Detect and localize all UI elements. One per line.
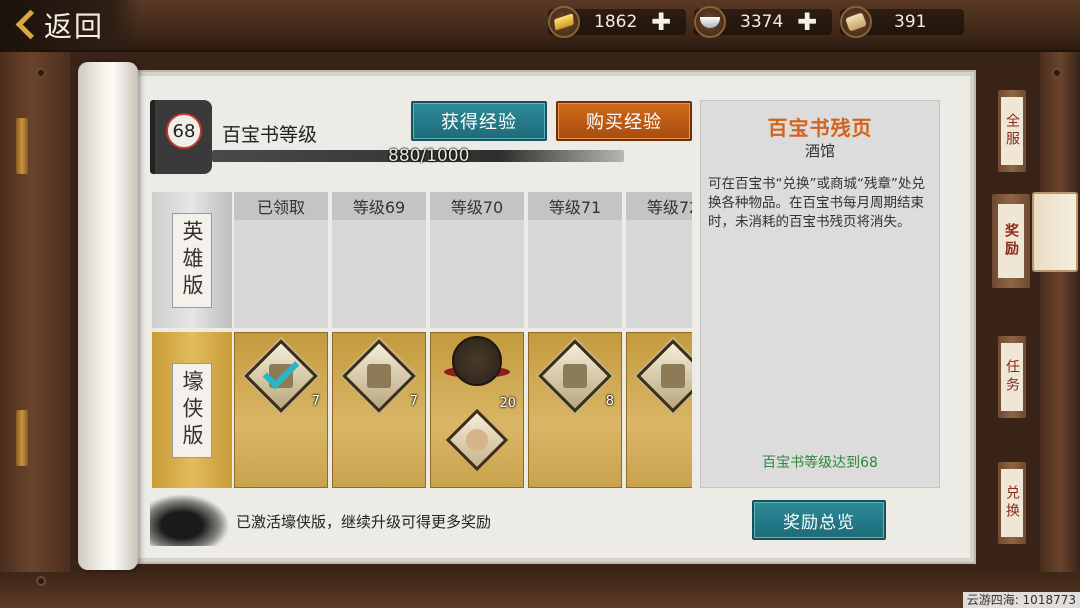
vip-reward-slot[interactable]: 7 bbox=[234, 332, 328, 488]
xp-text: 880/1000 bbox=[388, 146, 470, 166]
column-header: 等级71 bbox=[528, 192, 622, 220]
reward-grid[interactable]: 已领取 7 等级69 7 等级70 20 等级71 8 等级7 bbox=[234, 192, 692, 488]
back-label: 返回 bbox=[44, 10, 105, 43]
scroll-page-item-icon bbox=[636, 339, 692, 413]
buy-exp-button[interactable]: 购买经验 bbox=[556, 101, 692, 141]
tab-label: 兑换 bbox=[1001, 469, 1023, 537]
get-exp-button[interactable]: 获得经验 bbox=[411, 101, 547, 141]
item-requirement: 百宝书等级达到68 bbox=[762, 455, 878, 471]
tab-server[interactable]: 全服 bbox=[996, 88, 1028, 174]
currency-silver: 3374 ✚ bbox=[694, 6, 834, 38]
frame-left bbox=[0, 52, 70, 592]
scroll-rod bbox=[78, 62, 138, 570]
tab-tasks[interactable]: 任务 bbox=[996, 334, 1028, 420]
stud-decoration bbox=[36, 68, 46, 78]
vip-reward-slot[interactable]: 7 bbox=[332, 332, 426, 488]
item-name: 百宝书残页 bbox=[767, 116, 873, 140]
vip-edition-label: 壕侠版 bbox=[172, 362, 212, 458]
item-count: 8 bbox=[605, 394, 614, 409]
gold-ingot-icon bbox=[548, 6, 580, 38]
reward-column: 等级69 7 bbox=[332, 192, 426, 488]
add-silver-button[interactable]: ✚ bbox=[796, 8, 818, 36]
scroll-ticket-icon bbox=[840, 6, 872, 38]
reward-column: 等级72 bbox=[626, 192, 692, 488]
watermark: 云游四海: 1018773 bbox=[962, 592, 1080, 608]
cat-pet-icon bbox=[445, 408, 509, 472]
scroll-page-item-icon bbox=[538, 339, 612, 413]
hinge-decoration bbox=[16, 410, 28, 466]
hero-reward-slot[interactable] bbox=[626, 220, 692, 328]
item-source: 酒馆 bbox=[804, 142, 835, 160]
item-count: 7 bbox=[311, 394, 320, 409]
item-count: 7 bbox=[409, 394, 418, 409]
stud-decoration bbox=[36, 576, 46, 586]
vip-reward-slot[interactable]: 8 bbox=[528, 332, 622, 488]
reward-overview-button[interactable]: 奖励总览 bbox=[752, 500, 886, 540]
item-count: 20 bbox=[499, 396, 516, 411]
hero-edition-label: 英雄版 bbox=[172, 212, 212, 308]
reward-column: 已领取 7 bbox=[234, 192, 328, 488]
vip-edition-row-label: 壕侠版 bbox=[152, 332, 232, 488]
back-button[interactable]: 返回 bbox=[0, 0, 140, 50]
item-description: 可在百宝书“兑换”或商城“残章”处兑换各种物品。在百宝书每月周期结束时，未消耗的… bbox=[708, 176, 925, 230]
hero-edition-row-label: 英雄版 bbox=[152, 192, 232, 328]
hero-reward-slot[interactable] bbox=[430, 220, 524, 328]
reward-column: 等级71 8 bbox=[528, 192, 622, 488]
silver-amount: 3374 bbox=[740, 12, 784, 32]
back-arrow-icon bbox=[14, 10, 34, 40]
scroll-page-item-icon bbox=[342, 339, 416, 413]
currency-gold: 1862 ✚ bbox=[548, 6, 688, 38]
reward-column: 等级70 20 bbox=[430, 192, 524, 488]
column-header: 等级69 bbox=[332, 192, 426, 220]
stud-decoration bbox=[1052, 68, 1062, 78]
add-gold-button[interactable]: ✚ bbox=[650, 8, 672, 36]
vip-reward-slot[interactable] bbox=[626, 332, 692, 488]
vip-reward-slot[interactable]: 20 bbox=[430, 332, 524, 488]
level-number: 68 bbox=[166, 113, 202, 149]
hinge-decoration bbox=[16, 118, 28, 174]
column-header: 等级70 bbox=[430, 192, 524, 220]
frame-right bbox=[1040, 52, 1080, 592]
activation-message: 已激活壕侠版，继续升级可得更多奖励 bbox=[236, 513, 492, 531]
character-avatar-icon bbox=[452, 336, 502, 386]
ink-swordsman-icon bbox=[150, 494, 230, 546]
tab-label: 全服 bbox=[1001, 97, 1023, 165]
column-header: 等级72 bbox=[626, 192, 692, 220]
hero-reward-slot[interactable] bbox=[332, 220, 426, 328]
scroll-amount: 391 bbox=[894, 12, 927, 32]
hero-reward-slot[interactable] bbox=[234, 220, 328, 328]
level-title: 百宝书等级 bbox=[222, 124, 318, 146]
frame-bottom bbox=[0, 572, 1080, 608]
currency-scroll: 391 bbox=[840, 6, 966, 38]
hero-reward-slot[interactable] bbox=[528, 220, 622, 328]
column-header: 已领取 bbox=[234, 192, 328, 220]
tab-label: 任务 bbox=[1001, 343, 1023, 411]
tab-exchange[interactable]: 兑换 bbox=[996, 460, 1028, 546]
tab-rewards[interactable]: 奖励 bbox=[990, 192, 1032, 290]
active-tab-flag bbox=[1032, 192, 1078, 272]
tab-label: 奖励 bbox=[998, 204, 1024, 278]
gold-amount: 1862 bbox=[594, 12, 638, 32]
silver-ingot-icon bbox=[694, 6, 726, 38]
